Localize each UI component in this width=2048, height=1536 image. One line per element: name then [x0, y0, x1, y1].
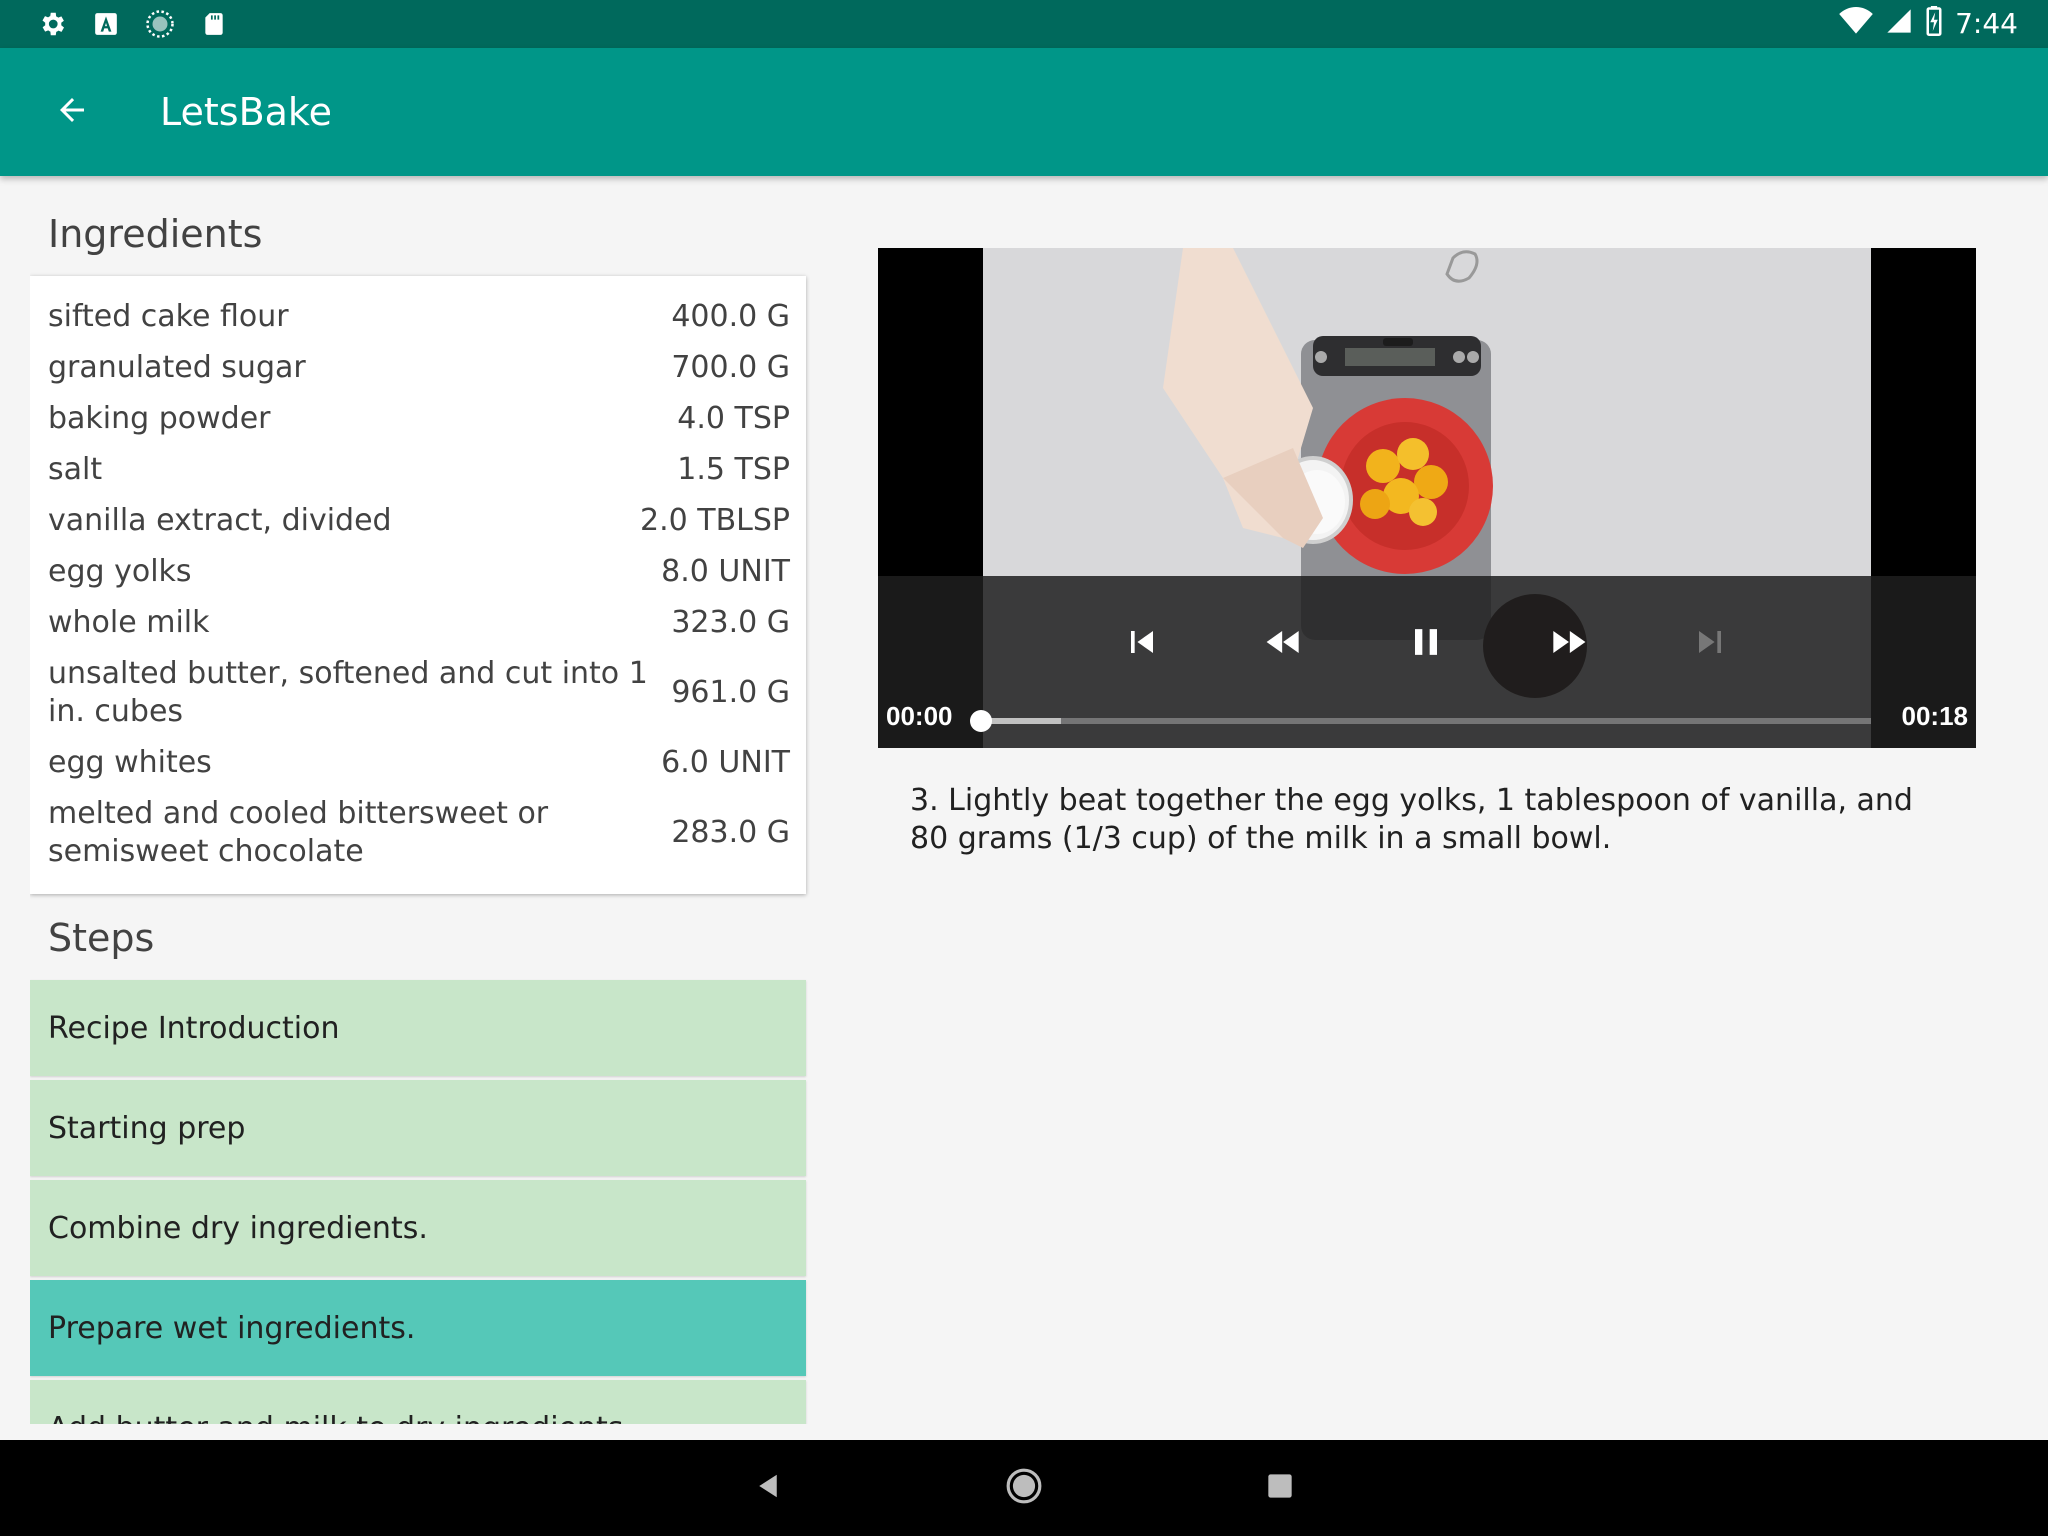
pause-button[interactable] — [1390, 608, 1462, 680]
rewind-button[interactable] — [1248, 608, 1320, 680]
ingredients-card: sifted cake flour 400.0 G granulated sug… — [30, 276, 806, 894]
ingredient-row: salt 1.5 TSP — [48, 451, 790, 489]
ingredient-name: whole milk — [48, 605, 210, 640]
skip-next-icon — [1688, 620, 1732, 668]
seek-bar[interactable] — [970, 710, 1871, 732]
seek-buffered — [981, 718, 1062, 724]
pause-icon — [1404, 618, 1448, 670]
system-nav-bar — [0, 1440, 2048, 1536]
back-triangle-icon — [753, 1471, 783, 1505]
battery-charging-icon — [1925, 6, 1943, 40]
a-icon — [90, 8, 122, 40]
ingredient-name: granulated sugar — [48, 350, 306, 385]
nav-recents-button[interactable] — [1252, 1460, 1308, 1516]
ingredient-quantity: 700.0 G — [671, 350, 790, 385]
wifi-icon — [1839, 7, 1873, 39]
ingredient-row: sifted cake flour 400.0 G — [48, 298, 790, 336]
ingredient-name: baking powder — [48, 401, 271, 436]
ingredient-row: whole milk 323.0 G — [48, 604, 790, 642]
ingredient-quantity: 1.5 TSP — [677, 452, 790, 487]
rewind-icon — [1258, 620, 1310, 668]
recents-square-icon — [1266, 1472, 1294, 1504]
step-item[interactable]: Combine dry ingredients. — [30, 1180, 806, 1276]
ingredient-row: vanilla extract, divided 2.0 TBLSP — [48, 502, 790, 540]
ingredient-quantity: 400.0 G — [671, 299, 790, 334]
ingredient-row: unsalted butter, softened and cut into 1… — [48, 655, 790, 731]
status-left-icons — [36, 8, 230, 40]
ingredient-row: baking powder 4.0 TSP — [48, 400, 790, 438]
step-item[interactable]: Add butter and milk to dry ingredients. — [30, 1380, 806, 1424]
ingredient-quantity: 323.0 G — [671, 605, 790, 640]
signal-icon — [1885, 7, 1913, 39]
ingredient-name: melted and cooled bittersweet or semiswe… — [48, 796, 549, 869]
ingredient-quantity: 961.0 G — [671, 675, 790, 710]
app-title: LetsBake — [160, 90, 332, 134]
step-item[interactable]: Starting prep — [30, 1080, 806, 1176]
home-circle-icon — [1005, 1467, 1043, 1509]
video-player[interactable]: 00:00 00:18 — [878, 248, 1976, 748]
nav-home-button[interactable] — [996, 1460, 1052, 1516]
fast-forward-icon — [1542, 620, 1594, 668]
settings-icon — [36, 8, 68, 40]
step-description: 3. Lightly beat together the egg yolks, … — [910, 783, 1913, 856]
playback-position: 00:00 — [886, 701, 953, 731]
status-right: 7:44 — [1839, 6, 2018, 40]
ingredient-quantity: 8.0 UNIT — [661, 554, 790, 589]
back-button[interactable] — [44, 88, 100, 136]
step-item[interactable]: Recipe Introduction — [30, 980, 806, 1076]
status-bar: 7:44 — [0, 0, 2048, 48]
ingredient-name: sifted cake flour — [48, 299, 289, 334]
ingredient-row: egg yolks 8.0 UNIT — [48, 553, 790, 591]
ingredient-quantity: 4.0 TSP — [677, 401, 790, 436]
app-bar: LetsBake — [0, 48, 2048, 176]
ingredient-quantity: 6.0 UNIT — [661, 745, 790, 780]
clock-time: 7:44 — [1955, 6, 2018, 40]
ingredient-name: unsalted butter, softened and cut into 1… — [48, 656, 648, 729]
skip-previous-icon — [1120, 620, 1164, 668]
fast-forward-button[interactable] — [1532, 608, 1604, 680]
steps-list: Recipe Introduction Starting prep Combin… — [30, 980, 810, 1424]
sync-icon — [144, 8, 176, 40]
ingredients-heading: Ingredients — [48, 212, 263, 256]
sd-card-icon — [198, 8, 230, 40]
ingredient-quantity: 283.0 G — [671, 815, 790, 850]
skip-previous-button[interactable] — [1106, 608, 1178, 680]
ingredient-quantity: 2.0 TBLSP — [640, 503, 790, 538]
recipe-detail-list[interactable]: Ingredients sifted cake flour 400.0 G gr… — [30, 176, 810, 1424]
arrow-back-icon — [54, 92, 90, 132]
ingredient-name: vanilla extract, divided — [48, 503, 392, 538]
ingredient-name: salt — [48, 452, 103, 487]
ingredient-row: egg whites 6.0 UNIT — [48, 744, 790, 782]
ingredient-name: egg whites — [48, 745, 212, 780]
skip-next-button[interactable] — [1674, 608, 1746, 680]
ingredient-row: granulated sugar 700.0 G — [48, 349, 790, 387]
nav-back-button[interactable] — [740, 1460, 796, 1516]
playback-duration: 00:18 — [1901, 701, 1969, 731]
step-item-selected[interactable]: Prepare wet ingredients. — [30, 1280, 806, 1376]
ingredient-name: egg yolks — [48, 554, 192, 589]
seek-thumb[interactable] — [970, 710, 992, 732]
steps-heading: Steps — [48, 916, 155, 960]
ingredient-row: melted and cooled bittersweet or semiswe… — [48, 795, 790, 871]
